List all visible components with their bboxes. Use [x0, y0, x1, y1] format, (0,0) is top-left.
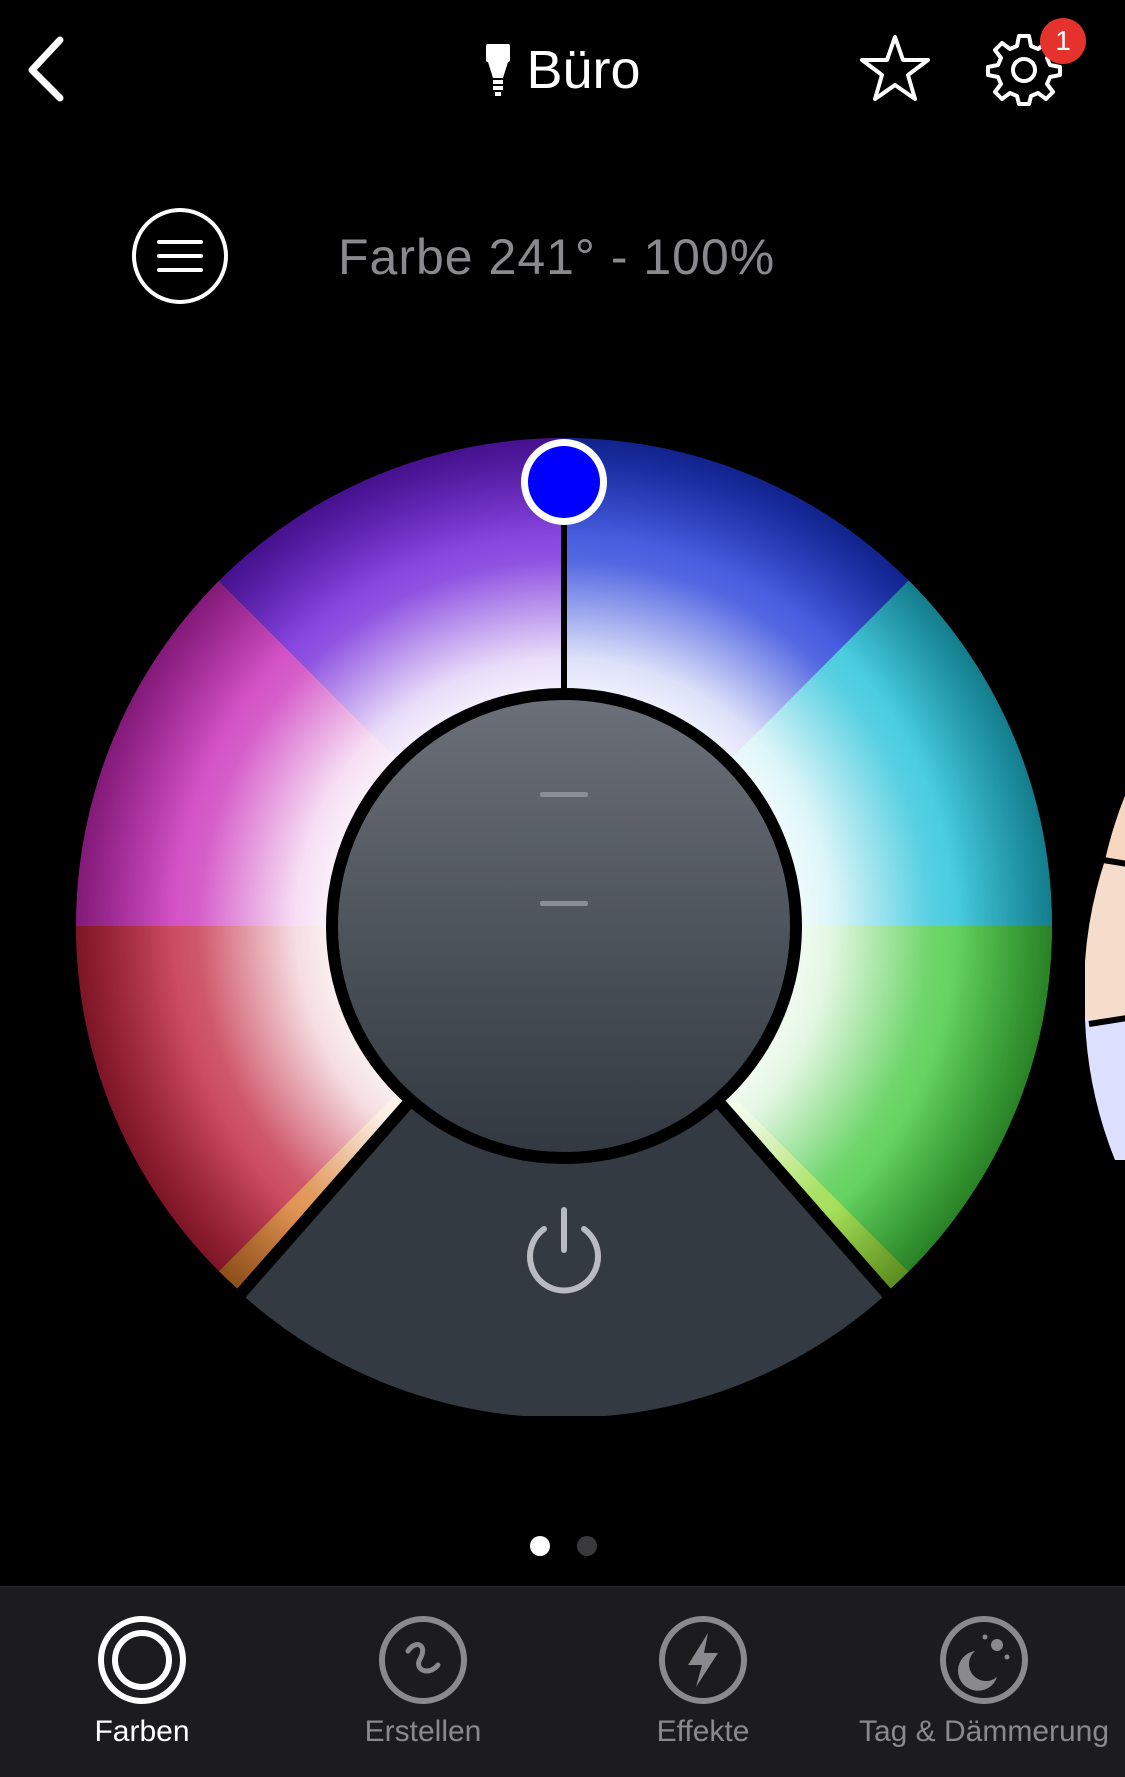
hamburger-icon [157, 240, 203, 272]
page-dot[interactable] [577, 1536, 597, 1556]
page-dot-active[interactable] [530, 1536, 550, 1556]
brightness-increase-icon[interactable] [540, 792, 588, 797]
tab-label: Effekte [656, 1715, 750, 1748]
brightness-hub[interactable] [326, 688, 802, 1164]
color-wheel[interactable] [74, 436, 1054, 1416]
tab-tag-daemmerung[interactable]: Tag & Dämmerung [844, 1587, 1124, 1777]
lightbulb-icon [486, 44, 511, 96]
rings-icon [98, 1616, 186, 1704]
menu-button[interactable] [132, 208, 228, 304]
tab-effekte[interactable]: Effekte [563, 1587, 843, 1777]
color-status: Farbe 241° - 100% [338, 229, 776, 285]
squiggle-icon [379, 1616, 467, 1704]
lightning-icon [659, 1616, 747, 1704]
favorite-button[interactable] [858, 32, 932, 106]
tab-label: Farben [94, 1715, 190, 1748]
tab-label: Tag & Dämmerung [858, 1715, 1110, 1748]
tab-erstellen[interactable]: Erstellen [283, 1587, 563, 1777]
tab-farben[interactable]: Farben [2, 1587, 282, 1777]
header-title: Büro [0, 35, 1125, 105]
moon-sun-icon [940, 1616, 1028, 1704]
tab-bar: Farben Erstellen Effekte Tag & Dämmerung [0, 1586, 1125, 1777]
next-page-wheel-peek[interactable] [1085, 720, 1125, 1160]
tab-label: Erstellen [364, 1715, 482, 1748]
brightness-decrease-icon[interactable] [540, 901, 588, 906]
star-icon [860, 35, 930, 101]
page-title: Büro [526, 40, 641, 100]
settings-badge: 1 [1040, 18, 1086, 64]
